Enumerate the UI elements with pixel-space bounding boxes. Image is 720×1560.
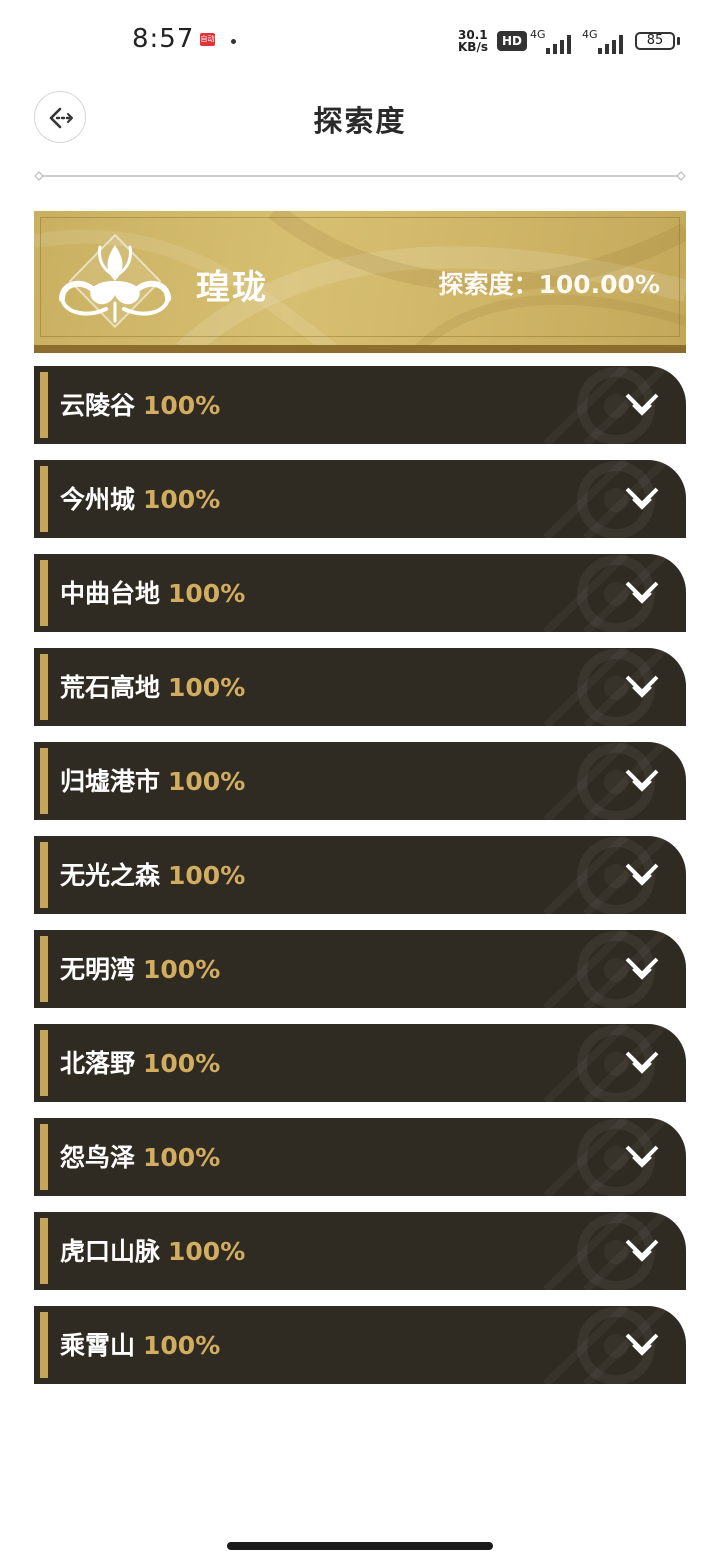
battery-tip [677,37,680,45]
dragon-emblem-icon [59,233,171,329]
row-watermark-emblem [543,554,669,632]
hd-badge: HD [497,31,527,51]
area-name: 怨鸟泽 100% [60,1138,220,1174]
region-progress: 探索度：100.00% [438,270,660,299]
region-banner[interactable]: 瑝珑 探索度：100.00% [34,211,686,353]
area-percent: 100% [168,579,246,608]
area-name: 乘霄山 100% [60,1326,220,1362]
area-row[interactable]: 今州城 100% [34,460,686,538]
area-label: 乘霄山 [60,1331,136,1360]
row-accent-bar [40,936,48,1002]
chevron-down-icon[interactable] [624,1144,660,1170]
row-watermark-emblem [543,836,669,914]
row-accent-bar [40,560,48,626]
signal-1-icon: 4G [530,28,576,54]
area-label: 无光之森 [60,861,161,890]
area-percent: 100% [168,767,246,796]
area-label: 无明湾 [60,955,136,984]
chevron-down-icon[interactable] [624,1332,660,1358]
row-accent-bar [40,748,48,814]
chevron-down-icon[interactable] [624,486,660,512]
area-percent: 100% [143,391,221,420]
area-name: 中曲台地 100% [60,574,245,610]
row-watermark-emblem [543,1306,669,1384]
area-row[interactable]: 无明湾 100% [34,930,686,1008]
dot-indicator-icon [231,39,236,44]
signal-2-icon: 4G [582,28,628,54]
chevron-down-icon[interactable] [624,956,660,982]
row-watermark-emblem [543,1118,669,1196]
area-percent: 100% [168,1237,246,1266]
area-label: 北落野 [60,1049,136,1078]
area-name: 今州城 100% [60,480,220,516]
chevron-down-icon[interactable] [624,674,660,700]
area-row[interactable]: 怨鸟泽 100% [34,1118,686,1196]
chevron-down-icon[interactable] [624,1238,660,1264]
row-accent-bar [40,1312,48,1378]
area-label: 虎口山脉 [60,1237,161,1266]
row-accent-bar [40,372,48,438]
area-row[interactable]: 虎口山脉 100% [34,1212,686,1290]
area-percent: 100% [143,1143,221,1172]
row-watermark-emblem [543,930,669,1008]
status-time: 8:57 [132,24,195,54]
area-percent: 100% [143,485,221,514]
notification-icon: 自动 [200,33,215,46]
area-name: 归墟港市 100% [60,762,245,798]
row-accent-bar [40,466,48,532]
area-row[interactable]: 无光之森 100% [34,836,686,914]
row-watermark-emblem [543,366,669,444]
chevron-down-icon[interactable] [624,580,660,606]
area-label: 归墟港市 [60,767,161,796]
chevron-down-icon[interactable] [624,862,660,888]
area-row[interactable]: 北落野 100% [34,1024,686,1102]
area-name: 北落野 100% [60,1044,220,1080]
banner-base-strip [34,345,686,353]
area-row[interactable]: 中曲台地 100% [34,554,686,632]
region-name: 瑝珑 [196,268,268,308]
chevron-down-icon[interactable] [624,392,660,418]
area-row[interactable]: 归墟港市 100% [34,742,686,820]
area-label: 怨鸟泽 [60,1143,136,1172]
row-watermark-emblem [543,742,669,820]
area-name: 无明湾 100% [60,950,220,986]
area-label: 中曲台地 [60,579,161,608]
area-name: 无光之森 100% [60,856,245,892]
row-accent-bar [40,1124,48,1190]
row-accent-bar [40,1030,48,1096]
header-divider [34,171,686,181]
area-name: 荒石高地 100% [60,668,245,704]
area-name: 虎口山脉 100% [60,1232,245,1268]
area-label: 云陵谷 [60,391,136,420]
row-accent-bar [40,842,48,908]
row-watermark-emblem [543,1024,669,1102]
area-percent: 100% [168,861,246,890]
row-accent-bar [40,654,48,720]
chevron-down-icon[interactable] [624,768,660,794]
home-indicator[interactable] [227,1542,493,1550]
battery-icon: 85 [635,32,675,50]
signal-1-label: 4G [530,28,546,41]
area-label: 今州城 [60,485,136,514]
signal-2-label: 4G [582,28,598,41]
row-accent-bar [40,1218,48,1284]
area-percent: 100% [143,1331,221,1360]
area-percent: 100% [143,955,221,984]
area-row[interactable]: 云陵谷 100% [34,366,686,444]
area-row[interactable]: 荒石高地 100% [34,648,686,726]
area-row[interactable]: 乘霄山 100% [34,1306,686,1384]
network-speed: 30.1 KB/s [458,29,494,53]
status-bar: 8:57 自动 30.1 KB/s HD 4G 4G 85 [0,0,720,80]
network-speed-unit: KB/s [458,40,488,54]
area-name: 云陵谷 100% [60,386,220,422]
area-label: 荒石高地 [60,673,161,702]
row-watermark-emblem [543,1212,669,1290]
row-watermark-emblem [543,648,669,726]
page-title: 探索度 [313,104,407,138]
chevron-down-icon[interactable] [624,1050,660,1076]
row-watermark-emblem [543,460,669,538]
area-percent: 100% [143,1049,221,1078]
area-percent: 100% [168,673,246,702]
